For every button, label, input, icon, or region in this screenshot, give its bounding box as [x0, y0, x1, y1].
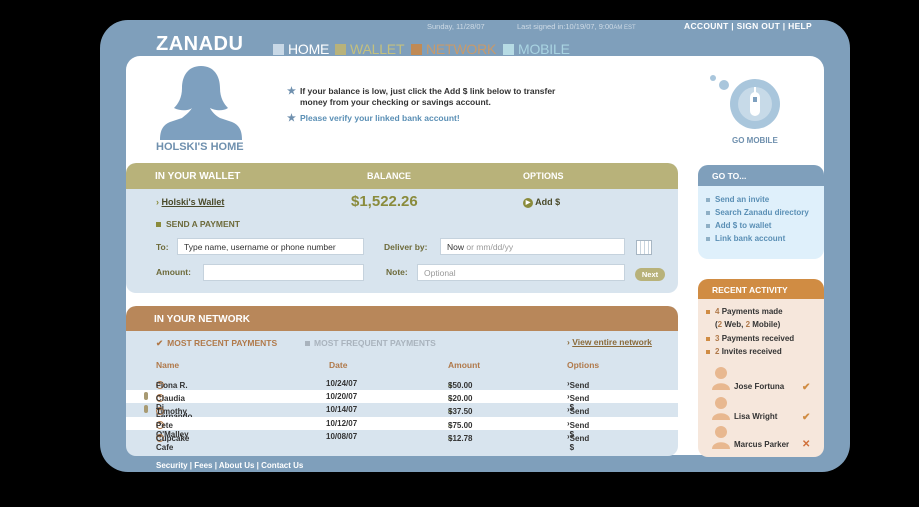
send-money-link[interactable]: › Send $ [567, 379, 589, 399]
nav-network[interactable]: NETWORK [411, 41, 496, 57]
tab-most-recent[interactable]: ✔ MOST RECENT PAYMENTS [156, 338, 277, 349]
column-amount: Amount [448, 360, 481, 370]
go-mobile-button[interactable] [730, 79, 780, 129]
goto-header: GO TO... [698, 165, 824, 186]
declined-x-icon[interactable]: ✕ [802, 439, 810, 450]
sign-out-link[interactable]: SIGN OUT [737, 21, 781, 31]
user-avatar-icon [160, 66, 242, 140]
pin-icon [144, 392, 148, 400]
go-mobile-label[interactable]: GO MOBILE [732, 136, 778, 145]
table-row: +Timothy Greenberg 10/14/07 + $37.50 › S… [126, 403, 678, 425]
tab-most-frequent[interactable]: MOST FREQUENT PAYMENTS [305, 338, 436, 348]
phone-icon [750, 87, 760, 116]
link-bank-account-link[interactable]: Link bank account [706, 234, 785, 243]
account-links: ACCOUNT | SIGN OUT | HELP [684, 21, 813, 31]
payments-breakdown: (2 Web, 2 Mobile) [715, 320, 781, 329]
search-directory-link[interactable]: Search Zanadu directory [706, 208, 809, 217]
zanadu-logo[interactable]: ZANADU [156, 33, 243, 56]
recent-activity-header: RECENT ACTIVITY [698, 279, 824, 299]
bubble-decoration [719, 80, 729, 90]
send-money-link[interactable]: › Send $ [567, 392, 589, 412]
person-name[interactable]: Jose Fortuna [734, 382, 784, 391]
view-network-link[interactable]: › View entire network [567, 337, 652, 347]
pin-icon [144, 405, 148, 413]
table-row: + Cupcake Cafe 10/08/07 − $12.78 › Send $ [156, 432, 590, 452]
home-title: HOLSKI'S HOME [156, 141, 244, 153]
note-label: Note: [386, 267, 408, 277]
star-icon: ★ [287, 86, 296, 97]
balance-tip: ★ If your balance is low, just click the… [287, 86, 556, 107]
amount-label: Amount: [156, 267, 191, 277]
footer-about-link[interactable]: About Us [219, 461, 255, 470]
wallet-square-icon [335, 43, 346, 55]
bubble-decoration [710, 75, 716, 81]
verify-bank-link[interactable]: ★ Please verify your linked bank account… [287, 113, 460, 124]
next-button[interactable]: Next [635, 268, 665, 281]
person-name[interactable]: Marcus Parker [734, 440, 789, 449]
send-money-link[interactable]: › Send $ [567, 432, 589, 452]
help-link[interactable]: HELP [788, 21, 812, 31]
person-avatar-icon [712, 426, 730, 449]
payments-made-link[interactable]: 4 Payments made [706, 307, 783, 316]
table-row: +Claudia Di Fernando 10/20/07 − $20.00 ›… [126, 390, 678, 421]
star-icon: ★ [287, 113, 296, 124]
account-link[interactable]: ACCOUNT [684, 21, 729, 31]
deliver-by-label: Deliver by: [384, 242, 428, 252]
nav-wallet[interactable]: WALLET [335, 41, 404, 57]
mobile-square-icon [503, 43, 514, 55]
send-payment-heading: SEND A PAYMENT [156, 219, 240, 229]
footer-fees-link[interactable]: Fees [194, 461, 212, 470]
column-date: Date [329, 360, 348, 370]
add-money-link[interactable]: ▶ Add $ [523, 197, 560, 208]
table-row: + Pete O'Malley 10/12/07 − $75.00 › Send … [126, 417, 678, 439]
column-name: Name [156, 360, 180, 370]
payments-received-link[interactable]: 3 Payments received [706, 334, 794, 343]
add-to-wallet-link[interactable]: Add $ to wallet [706, 221, 771, 230]
accepted-check-icon: ✔ [802, 412, 811, 423]
check-icon: ✔ [156, 338, 164, 348]
to-label: To: [156, 242, 169, 252]
footer-links: Security | Fees | About Us | Contact Us [156, 461, 304, 470]
table-row: +Fiona R. Fitzgerald 10/24/07 + $50.00 ›… [156, 379, 590, 399]
accepted-check-icon: ✔ [802, 382, 811, 393]
footer-security-link[interactable]: Security [156, 461, 188, 470]
recipient-input[interactable]: Type name, username or phone number [177, 238, 364, 255]
play-icon: ▶ [523, 197, 533, 208]
network-header: IN YOUR NETWORK [126, 306, 678, 331]
calendar-icon[interactable] [636, 240, 652, 255]
home-square-icon [273, 43, 284, 55]
nav-mobile[interactable]: MOBILE [503, 41, 570, 57]
send-invite-link[interactable]: Send an invite [706, 195, 769, 204]
person-avatar-icon [712, 367, 730, 390]
send-money-link[interactable]: › Send $ [567, 405, 589, 425]
network-square-icon [411, 43, 422, 55]
deliver-date-input[interactable]: Now or mm/dd/yy [440, 238, 625, 255]
last-signed-in: Last signed in:10/19/07, 9:00AM EST [517, 22, 636, 31]
wallet-balance: $1,522.26 [351, 193, 418, 210]
current-date: Sunday, 11/28/07 [427, 22, 485, 31]
send-money-link[interactable]: › Send $ [567, 419, 589, 439]
note-input[interactable]: Optional [417, 264, 625, 281]
nav-home[interactable]: HOME [273, 41, 329, 57]
person-name[interactable]: Lisa Wright [734, 412, 777, 421]
wallet-header: IN YOUR WALLET BALANCE OPTIONS [126, 163, 678, 189]
person-avatar-icon [712, 397, 730, 420]
amount-input[interactable] [203, 264, 364, 281]
footer-contact-link[interactable]: Contact Us [261, 461, 303, 470]
wallet-account-link[interactable]: › Holski's Wallet [156, 197, 224, 207]
column-options: Options [567, 360, 600, 370]
invites-received-link[interactable]: 2 Invites received [706, 347, 782, 356]
